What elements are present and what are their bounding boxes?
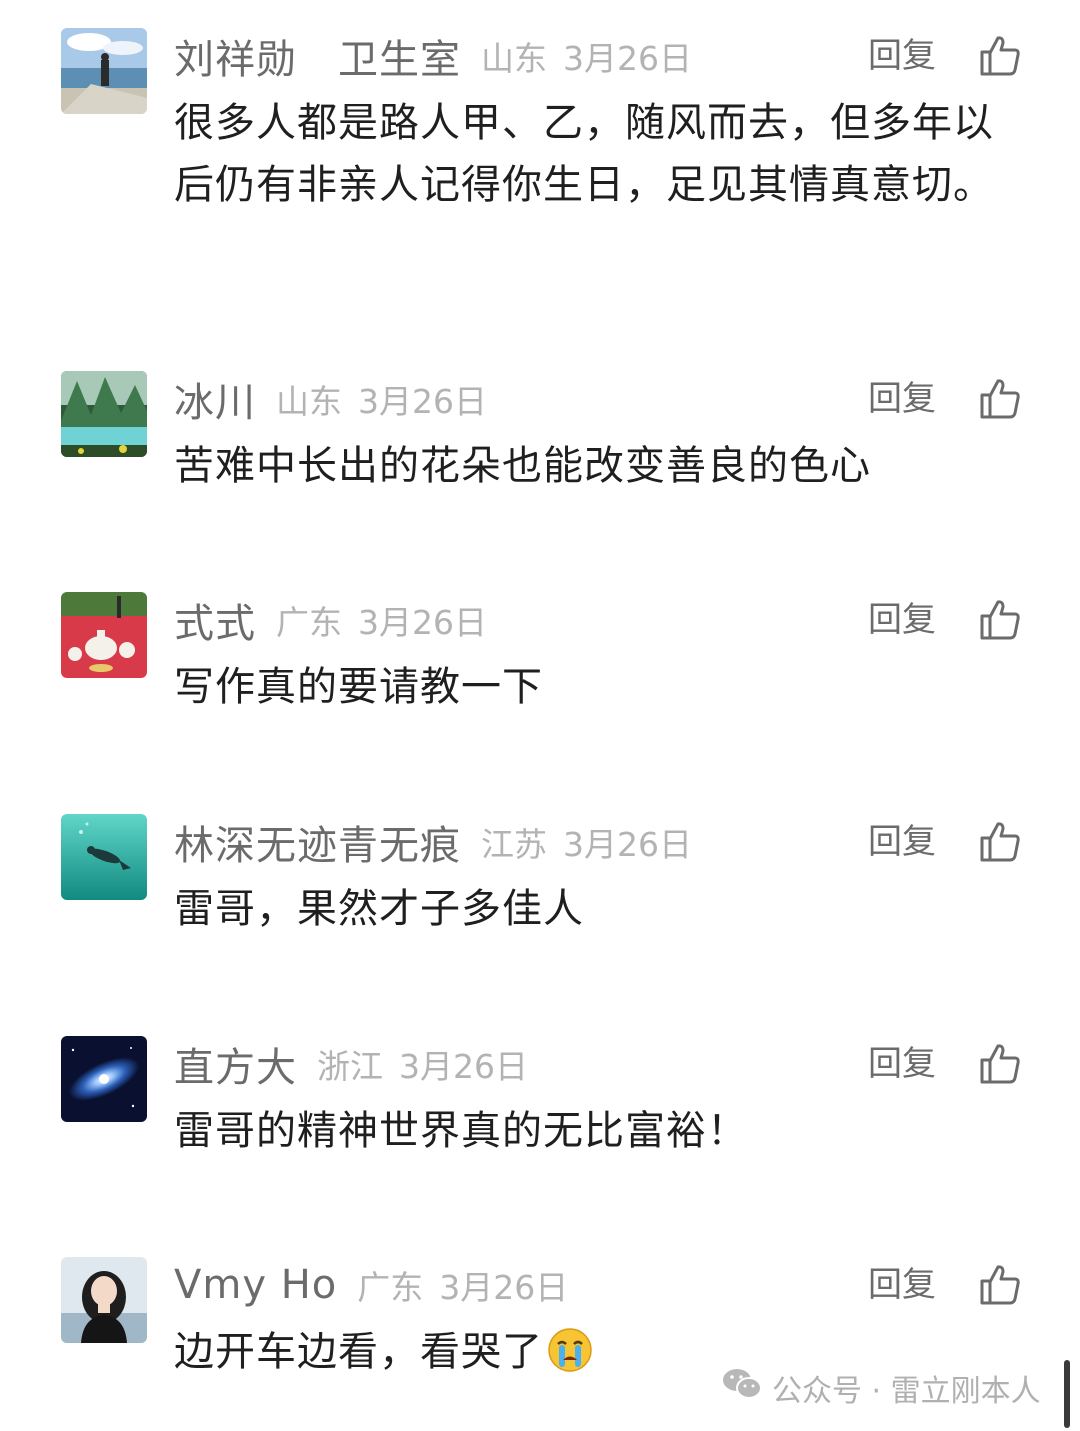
comment-text: 雷哥，果然才子多佳人	[174, 886, 584, 932]
like-button[interactable]	[978, 1263, 1022, 1307]
nickname[interactable]: 林深无迹青无痕	[174, 813, 461, 871]
location: 广东	[357, 1268, 424, 1307]
comment-header: 冰川 山东 3月26日	[174, 371, 487, 427]
galaxy-avatar	[61, 1036, 147, 1122]
reply-button[interactable]: 回复	[868, 28, 936, 84]
reply-button[interactable]: 回复	[868, 592, 936, 648]
reply-button[interactable]: 回复	[868, 1257, 936, 1313]
timestamp: 3月26日	[439, 1268, 569, 1307]
thumbs-up-icon	[980, 379, 1020, 419]
comment-text: 苦难中长出的花朵也能改变善良的色心	[174, 443, 871, 489]
comment-header: 林深无迹青无痕 江苏 3月26日	[174, 814, 692, 870]
location: 浙江	[317, 1047, 383, 1086]
thumbs-up-icon	[980, 1044, 1020, 1084]
like-button[interactable]	[978, 598, 1022, 642]
tea-set-avatar	[61, 592, 147, 678]
thumbs-up-icon	[980, 1265, 1020, 1305]
person-by-sea-avatar	[61, 28, 147, 114]
comment-text: 很多人都是路人甲、乙，随风而去，但多年以后仍有非亲人记得你生日，足见其情真意切。	[174, 100, 994, 208]
timestamp: 3月26日	[358, 382, 487, 421]
comment-text: 雷哥的精神世界真的无比富裕！	[174, 1108, 748, 1154]
location: 山东	[276, 382, 342, 421]
comment-header: 式式 广东 3月26日	[174, 592, 487, 648]
wechat-icon	[722, 1367, 762, 1409]
avatar[interactable]	[61, 28, 147, 114]
timestamp: 3月26日	[399, 1047, 528, 1086]
thumbs-up-icon	[980, 822, 1020, 862]
reply-button[interactable]: 回复	[868, 1036, 936, 1092]
comment-header: 刘祥勋 卫生室 山东 3月26日	[174, 28, 692, 84]
like-button[interactable]	[978, 820, 1022, 864]
crying-emoji-icon	[547, 1327, 593, 1373]
like-button[interactable]	[978, 1042, 1022, 1086]
like-button[interactable]	[978, 34, 1022, 78]
nickname[interactable]: 式式	[174, 591, 256, 649]
scrollbar[interactable]	[1064, 1360, 1070, 1428]
timestamp: 3月26日	[358, 603, 487, 642]
nickname[interactable]: 冰川	[174, 370, 256, 428]
avatar[interactable]	[61, 814, 147, 900]
watermark-text: 公众号 · 雷立刚本人	[772, 1374, 1041, 1409]
reply-button[interactable]: 回复	[868, 814, 936, 870]
avatar[interactable]	[61, 1036, 147, 1122]
avatar[interactable]	[61, 371, 147, 457]
diver-underwater-avatar	[61, 814, 147, 900]
thumbs-up-icon	[980, 36, 1020, 76]
location: 广东	[276, 603, 342, 642]
nickname[interactable]: 直方大	[174, 1035, 297, 1093]
comment-header: 直方大 浙江 3月26日	[174, 1036, 528, 1092]
timestamp: 3月26日	[563, 825, 692, 864]
mountain-lake-avatar	[61, 371, 147, 457]
like-button[interactable]	[978, 377, 1022, 421]
nickname[interactable]: 刘祥勋 卫生室	[174, 27, 461, 85]
nickname[interactable]: Vmy Ho	[174, 1262, 337, 1308]
avatar[interactable]	[61, 592, 147, 678]
location: 山东	[481, 39, 547, 78]
thumbs-up-icon	[980, 600, 1020, 640]
timestamp: 3月26日	[563, 39, 692, 78]
avatar[interactable]	[61, 1257, 147, 1343]
comment-text-content: 边开车边看，看哭了	[174, 1329, 543, 1375]
comment-text: 写作真的要请教一下	[174, 664, 543, 710]
comment-header: Vmy Ho 广东 3月26日	[174, 1257, 568, 1313]
reply-button[interactable]: 回复	[868, 371, 936, 427]
location: 江苏	[481, 825, 547, 864]
watermark: 公众号 · 雷立刚本人	[722, 1366, 1041, 1410]
girl-portrait-avatar	[61, 1257, 147, 1343]
